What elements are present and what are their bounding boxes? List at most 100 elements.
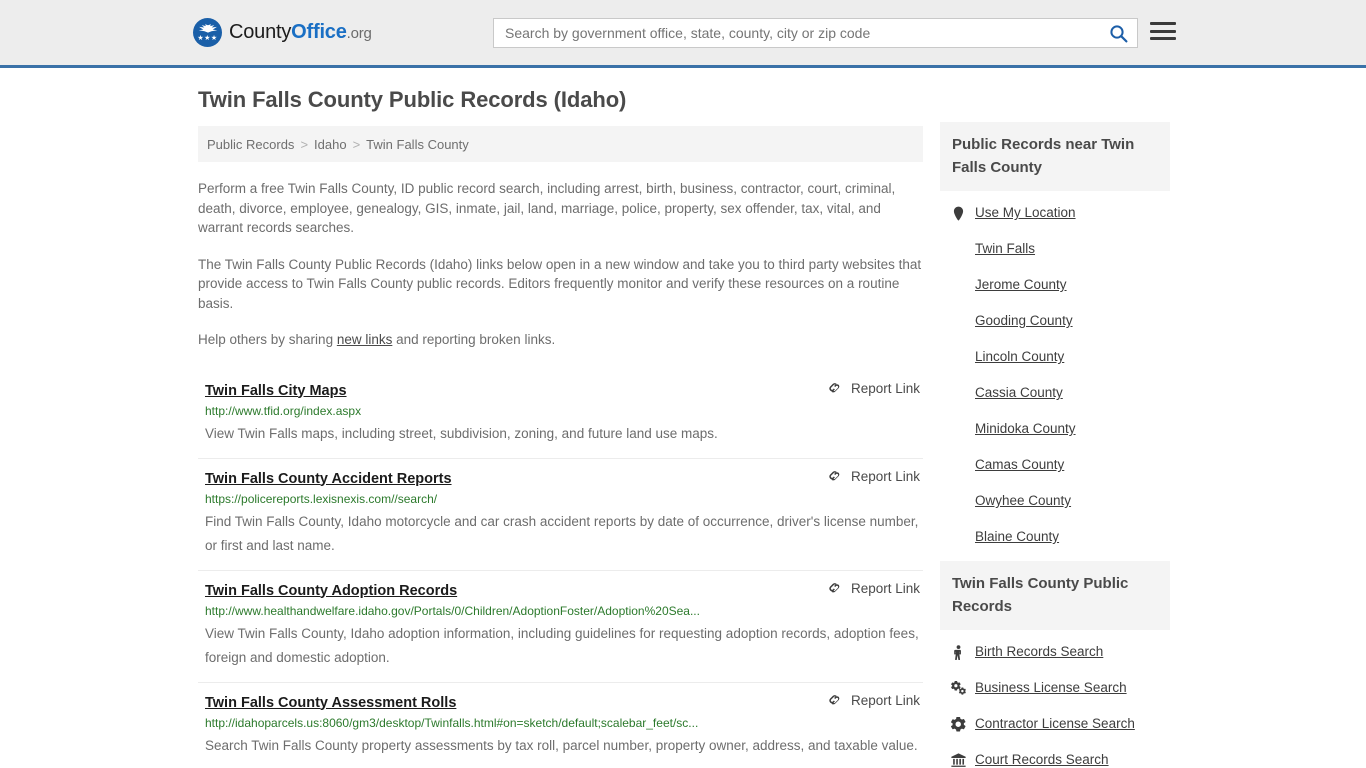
brand-wordmark: CountyOffice.org [229,22,372,44]
child-icon-wrap [951,644,966,660]
hamburger-bar [1150,22,1176,25]
breadcrumb-item-twin-falls-county[interactable]: Twin Falls County [366,137,469,152]
site-logo[interactable]: ★★★ CountyOffice.org [193,18,372,47]
broken-link-icon [829,470,840,480]
report-link-button[interactable]: Report Link [827,381,920,396]
courthouse-icon [951,752,966,767]
sidebar-list-item[interactable]: Blaine County [940,519,1170,555]
search-icon [1109,24,1127,42]
sidebar-link[interactable]: Business License Search [975,679,1127,697]
record-entry: Twin Falls County Adoption Records http:/… [198,569,923,682]
record-url: https://policereports.lexisnexis.com//se… [205,491,438,506]
brand-text-tld: .org [346,24,372,42]
new-links-link[interactable]: new links [337,332,393,347]
courthouse-icon-wrap [951,752,966,768]
sidebar-nearby-heading: Public Records near Twin Falls County [940,122,1170,191]
map-pin-icon-wrap [951,206,966,221]
sidebar-link[interactable]: Twin Falls [975,240,1035,258]
gears-icon [951,680,966,695]
search-input[interactable] [494,19,1099,47]
record-description: Search Twin Falls County property assess… [205,737,918,753]
record-description: View Twin Falls maps, including street, … [205,425,718,441]
breadcrumb-separator: > [352,136,361,152]
main-content: Twin Falls County Public Records (Idaho)… [198,87,923,768]
sidebar-link[interactable]: Gooding County [975,312,1073,330]
sidebar-link[interactable]: Birth Records Search [975,643,1103,661]
record-entry: Twin Falls County Assessment Rolls http:/… [198,681,923,768]
sidebar-link[interactable]: Contractor License Search [975,715,1135,733]
sidebar-link[interactable]: Minidoka County [975,420,1076,438]
report-link-button[interactable]: Report Link [827,469,920,484]
sidebar-list-item[interactable]: Contractor License Search [940,706,1170,742]
report-link-label: Report Link [850,380,920,396]
hamburger-bar [1150,37,1176,40]
stars-icon: ★★★ [197,35,218,42]
sidebar-link[interactable]: Owyhee County [975,492,1071,510]
brand-text-county: County [229,20,292,43]
record-title-link[interactable]: Twin Falls City Maps [205,382,347,400]
report-link-button[interactable]: Report Link [827,693,920,708]
intro-paragraph-2: The Twin Falls County Public Records (Id… [198,256,922,311]
sidebar-link[interactable]: Court Records Search [975,751,1109,768]
sidebar-list-item[interactable]: Business License Search [940,670,1170,706]
eagle-icon [198,24,217,33]
record-title-link[interactable]: Twin Falls County Assessment Rolls [205,694,456,712]
gear-icon [951,716,966,732]
sidebar-list-item[interactable]: Twin Falls [940,231,1170,267]
sidebar: Public Records near Twin Falls County Us… [940,122,1170,768]
sidebar-records-heading: Twin Falls County Public Records [940,561,1170,630]
sidebar-list-item[interactable]: Camas County [940,447,1170,483]
records-list: Twin Falls City Maps http://www.tfid.org/… [198,371,923,768]
child-icon [954,644,962,660]
breadcrumb-item-public-records[interactable]: Public Records [207,137,294,152]
intro-paragraph-1: Perform a free Twin Falls County, ID pub… [198,181,896,235]
broken-link-icon-wrap [827,469,842,484]
page-title: Twin Falls County Public Records (Idaho) [198,87,627,112]
sidebar-list-item[interactable]: Use My Location [940,195,1170,231]
sidebar-link[interactable]: Cassia County [975,384,1063,402]
broken-link-icon [829,694,840,704]
record-description: Find Twin Falls County, Idaho motorcycle… [205,513,919,553]
gear-icon-wrap [951,716,966,732]
record-entry: Twin Falls City Maps http://www.tfid.org/… [198,371,923,458]
sidebar-list-item[interactable]: Owyhee County [940,483,1170,519]
broken-link-icon [829,382,840,392]
record-description: View Twin Falls County, Idaho adoption i… [205,625,919,665]
record-title-link[interactable]: Twin Falls County Accident Reports [205,470,452,488]
hamburger-menu-button[interactable] [1150,20,1176,42]
sidebar-link[interactable]: Use My Location [975,204,1076,222]
sidebar-link[interactable]: Lincoln County [975,348,1064,366]
record-url: http://idahoparcels.us:8060/gm3/desktop/… [205,715,699,730]
sidebar-list-item[interactable]: Lincoln County [940,339,1170,375]
brand-text-office: Office [291,20,347,43]
record-url: http://www.tfid.org/index.aspx [205,403,362,418]
report-link-label: Report Link [850,468,920,484]
report-link-button[interactable]: Report Link [827,581,920,596]
sidebar-nearby-list: Use My Location Twin Falls Jerome County Go… [940,191,1170,555]
sidebar-records-list: Birth Records Search Business License Sea… [940,630,1170,768]
search-button[interactable] [1099,19,1137,47]
report-link-label: Report Link [850,580,920,596]
sidebar-list-item[interactable]: Cassia County [940,375,1170,411]
gears-icon-wrap [951,680,966,696]
sidebar-link[interactable]: Camas County [975,456,1064,474]
sidebar-list-item[interactable]: Birth Records Search [940,634,1170,670]
breadcrumb-item-idaho[interactable]: Idaho [314,137,347,152]
map-pin-icon [953,206,964,220]
hamburger-bar [1150,29,1176,33]
sidebar-link[interactable]: Blaine County [975,528,1059,546]
record-url: http://www.healthandwelfare.idaho.gov/Po… [205,603,700,618]
broken-link-icon-wrap [827,693,842,708]
record-title-link[interactable]: Twin Falls County Adoption Records [205,582,457,600]
intro-text-after-link: and reporting broken links. [392,332,556,347]
search-bar[interactable] [493,18,1138,48]
intro-paragraph-3: Help others by sharing new links and rep… [198,330,923,350]
sidebar-county-records-panel: Twin Falls County Public Records Birth R… [940,561,1170,768]
breadcrumb: Public Records > Idaho > Twin Falls Coun… [198,126,923,162]
sidebar-nearby-records-panel: Public Records near Twin Falls County Us… [940,122,1170,555]
sidebar-list-item[interactable]: Court Records Search [940,742,1170,768]
sidebar-list-item[interactable]: Jerome County [940,267,1170,303]
sidebar-link[interactable]: Jerome County [975,276,1067,294]
sidebar-list-item[interactable]: Minidoka County [940,411,1170,447]
sidebar-list-item[interactable]: Gooding County [940,303,1170,339]
